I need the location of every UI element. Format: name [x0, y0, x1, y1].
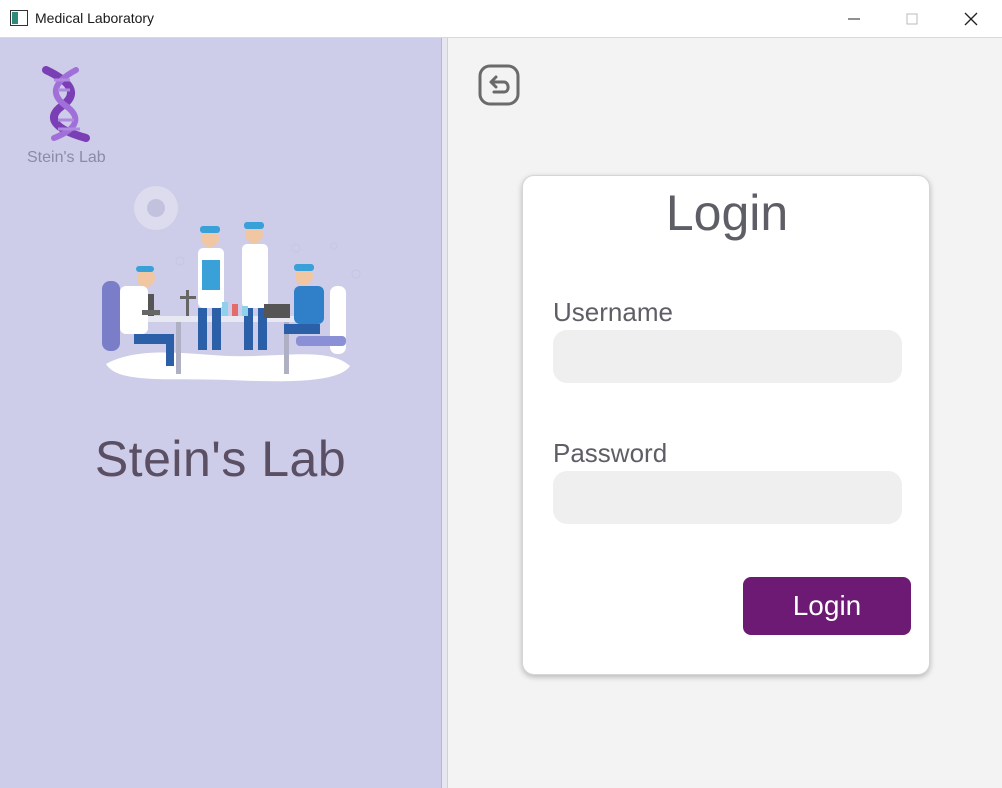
- password-label: Password: [553, 438, 668, 468]
- back-arrow-icon[interactable]: [478, 64, 520, 106]
- window-title: Medical Laboratory: [35, 10, 155, 26]
- username-label: Username: [553, 297, 673, 327]
- username-input[interactable]: [553, 330, 902, 383]
- login-card: Login Username Password Login: [522, 175, 930, 675]
- title-bar: Medical Laboratory: [0, 0, 1002, 38]
- dna-icon: [42, 66, 90, 142]
- panel-divider[interactable]: [441, 38, 448, 788]
- login-title: Login: [665, 185, 789, 241]
- app-window: Medical Laboratory Stein's Lab Stein's L…: [0, 0, 1002, 788]
- app-icon: [10, 10, 28, 26]
- lab-scientists-illustration: [102, 186, 361, 382]
- close-button[interactable]: [942, 0, 1000, 38]
- close-icon: [964, 12, 978, 26]
- branding-panel: Stein's Lab Stein's Lab: [0, 38, 441, 788]
- minimize-icon: [848, 18, 860, 20]
- minimize-button[interactable]: [825, 0, 883, 38]
- login-button[interactable]: Login: [743, 577, 911, 635]
- maximize-icon: [906, 13, 918, 25]
- maximize-button[interactable]: [883, 0, 941, 38]
- password-input[interactable]: [553, 471, 902, 524]
- brand-title: Stein's Lab: [94, 431, 347, 487]
- login-panel: Login Username Password Login: [448, 38, 1002, 788]
- logo-text: Stein's Lab: [27, 149, 106, 166]
